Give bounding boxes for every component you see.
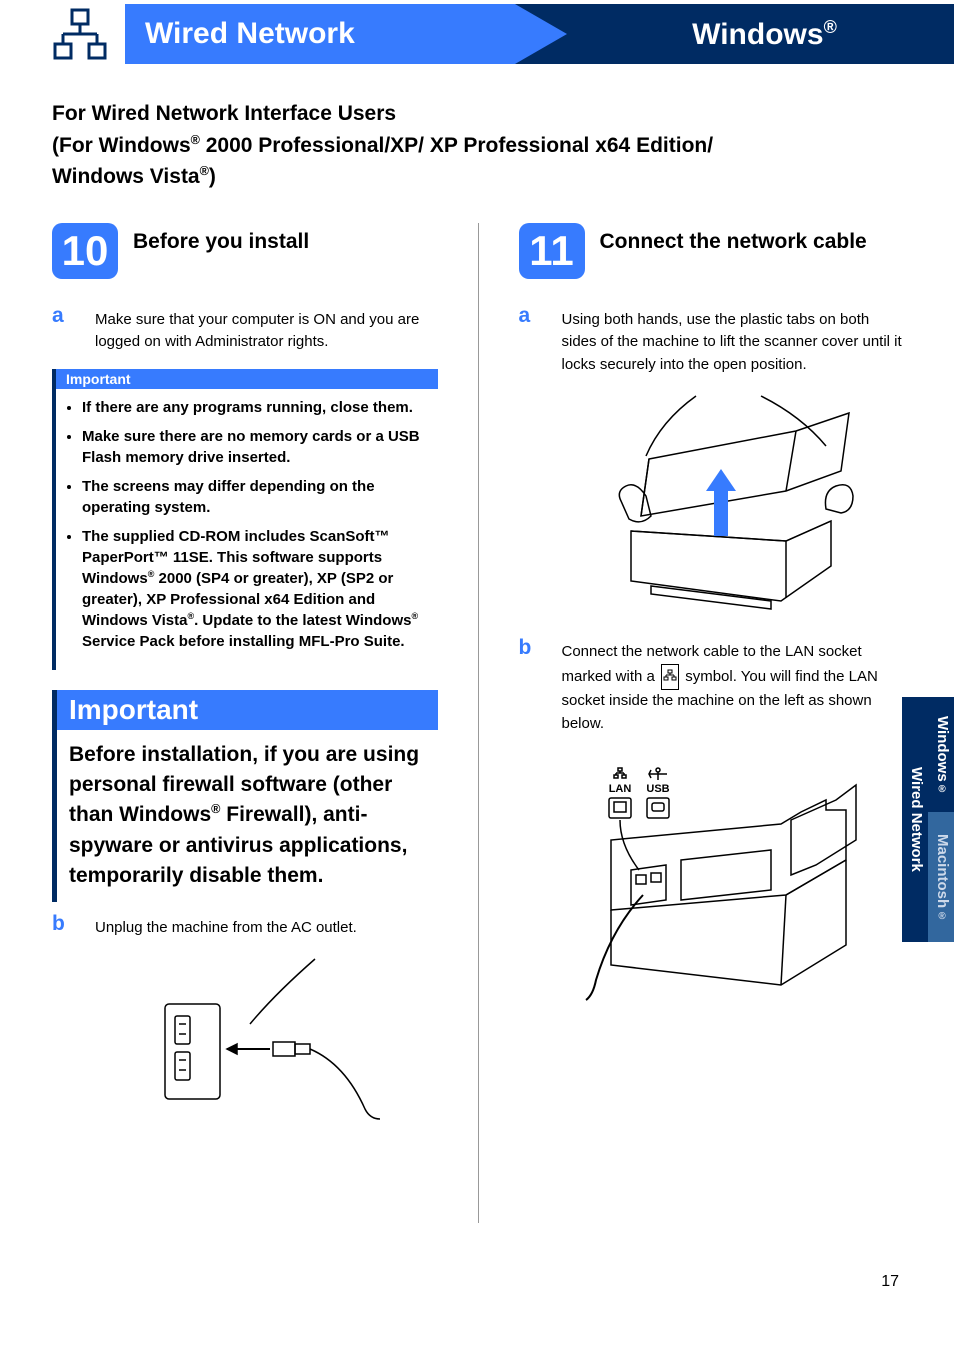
important-bullet-2: Make sure there are no memory cards or a… xyxy=(82,426,428,468)
lan-socket-illustration: LAN USB xyxy=(581,750,861,1010)
step-10-badge: 10 xyxy=(52,223,118,279)
header-bar: Wired Network Windows® xyxy=(125,4,954,64)
important-large-head: Important xyxy=(52,690,438,730)
registered-icon: ® xyxy=(938,911,945,922)
lan-label: LAN xyxy=(609,783,632,795)
registered-icon: ® xyxy=(411,611,418,621)
side-tabs: Wired Network Windows® Macintosh® xyxy=(902,697,954,942)
important-small-body: If there are any programs running, close… xyxy=(52,389,438,670)
right-column: 11 Connect the network cable a Using bot… xyxy=(519,223,905,1223)
header-section-title: Wired Network xyxy=(125,4,515,64)
network-icon xyxy=(50,5,110,63)
figure-unplug xyxy=(92,954,438,1124)
step-11-a-text: Using both hands, use the plastic tabs o… xyxy=(562,304,905,377)
header-right-text: Windows xyxy=(692,18,823,51)
tab-windows: Windows® xyxy=(928,697,954,812)
step-10-title: Before you install xyxy=(133,223,309,255)
figure-lan-socket: LAN USB xyxy=(539,750,905,1010)
lift-cover-illustration xyxy=(601,391,861,611)
important-large-body: Before installation, if you are using pe… xyxy=(52,730,438,902)
step-11-b: b Connect the network cable to the LAN s… xyxy=(519,636,905,735)
substep-letter-a: a xyxy=(519,304,544,377)
figure-lift-cover xyxy=(559,391,905,611)
step-11-title: Connect the network cable xyxy=(600,223,867,255)
registered-icon: ® xyxy=(200,164,209,178)
step-11-badge: 11 xyxy=(519,223,585,279)
header-left-text: Wired Network xyxy=(145,17,355,51)
step-11-header: 11 Connect the network cable xyxy=(519,223,905,279)
tab-wired-network: Wired Network xyxy=(902,697,928,942)
header-arrow-shape xyxy=(515,4,567,64)
network-symbol-icon xyxy=(661,664,679,691)
intro-line3a: Windows Vista xyxy=(52,165,200,188)
header-os-title: Windows® xyxy=(515,4,954,64)
usb-label: USB xyxy=(647,783,670,795)
left-column: 10 Before you install a Make sure that y… xyxy=(52,223,438,1223)
page-number: 17 xyxy=(881,1273,899,1291)
step-10-b-text: Unplug the machine from the AC outlet. xyxy=(95,912,357,940)
intro-line2b: 2000 Professional/XP/ XP Professional x6… xyxy=(200,134,713,157)
registered-icon: ® xyxy=(191,133,200,147)
page-header: Wired Network Windows® xyxy=(0,0,954,68)
important-bullet-4: The supplied CD-ROM includes ScanSoft™ P… xyxy=(82,526,428,652)
substep-letter-b: b xyxy=(52,912,77,940)
tab-macintosh: Macintosh® xyxy=(928,812,954,942)
substep-letter-a: a xyxy=(52,304,77,354)
intro-line2a: (For Windows xyxy=(52,134,191,157)
important-bullet-1: If there are any programs running, close… xyxy=(82,397,428,418)
step-10-b: b Unplug the machine from the AC outlet. xyxy=(52,912,438,940)
intro-heading: For Wired Network Interface Users (For W… xyxy=(52,98,904,193)
step-10-a: a Make sure that your computer is ON and… xyxy=(52,304,438,354)
intro-line1: For Wired Network Interface Users xyxy=(52,102,396,125)
step-10-a-text: Make sure that your computer is ON and y… xyxy=(95,304,438,354)
registered-icon: ® xyxy=(938,784,945,795)
registered-icon: ® xyxy=(824,17,837,37)
substep-letter-b: b xyxy=(519,636,544,735)
column-divider xyxy=(478,223,479,1223)
step-11-a: a Using both hands, use the plastic tabs… xyxy=(519,304,905,377)
important-bullet-3: The screens may differ depending on the … xyxy=(82,476,428,518)
unplug-illustration xyxy=(145,954,385,1124)
intro-line3b: ) xyxy=(209,165,216,188)
step-11-b-text: Connect the network cable to the LAN soc… xyxy=(562,636,905,735)
important-small-head: Important xyxy=(52,369,438,389)
step-10-header: 10 Before you install xyxy=(52,223,438,279)
